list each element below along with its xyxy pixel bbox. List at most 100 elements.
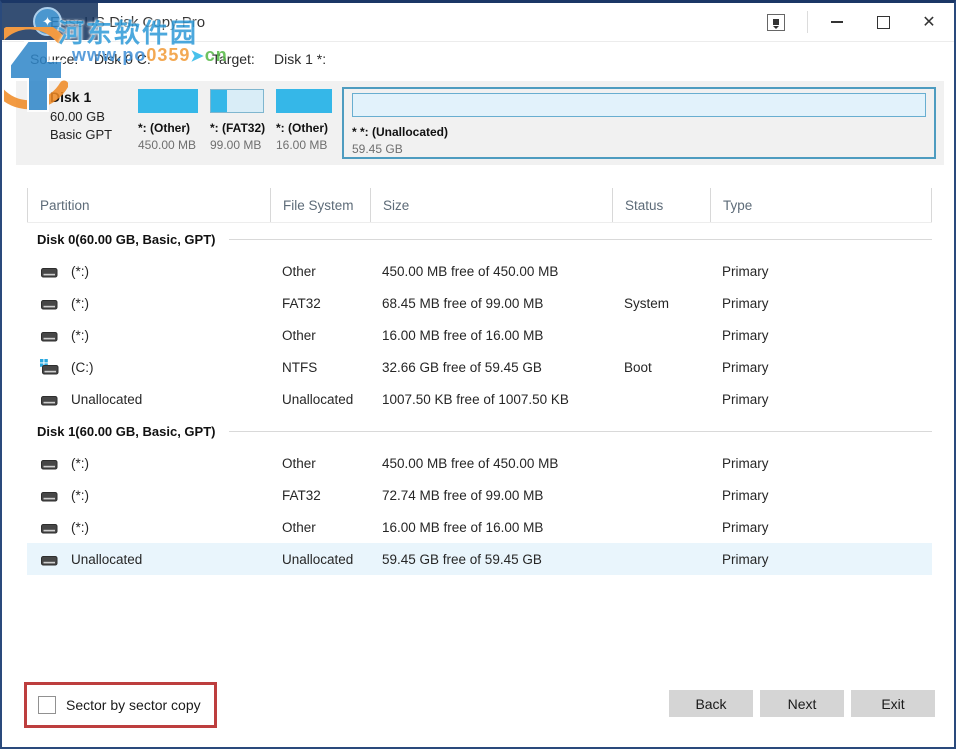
table-row[interactable]: (*:)FAT3272.74 MB free of 99.00 MBPrimar… — [27, 479, 932, 511]
partition-usage-bar — [210, 89, 264, 113]
target-disk-panel: Disk 1 60.00 GB Basic GPT *: (Other)450.… — [16, 81, 944, 165]
partition-name: (*:) — [71, 296, 89, 311]
file-system-value: Other — [270, 447, 370, 479]
table-row[interactable]: (*:)Other450.00 MB free of 450.00 MBPrim… — [27, 447, 932, 479]
partition-size: 59.45 GB — [352, 142, 926, 156]
drive-icon — [39, 329, 59, 342]
route-bar: Source: Disk 0 C: Target: Disk 1 *: — [2, 42, 954, 76]
disk-group-title: Disk 1(60.00 GB, Basic, GPT) — [27, 424, 215, 439]
column-header-size: Size — [370, 188, 612, 222]
partition-block[interactable]: *: (Other)450.00 MB — [136, 87, 200, 159]
size-value: 16.00 MB free of 16.00 MB — [370, 511, 612, 543]
size-value: 16.00 MB free of 16.00 MB — [370, 319, 612, 351]
partition-name: Unallocated — [71, 392, 142, 407]
status-value — [612, 479, 710, 511]
partition-usage-bar — [276, 89, 332, 113]
status-value — [612, 319, 710, 351]
partition-name: (*:) — [71, 456, 89, 471]
partition-table-body: Disk 0(60.00 GB, Basic, GPT)(*:)Other450… — [27, 223, 932, 575]
file-system-value: Other — [270, 255, 370, 287]
column-header-status: Status — [612, 188, 710, 222]
column-header-file-system: File System — [270, 188, 370, 222]
source-label: Source: — [30, 51, 78, 67]
table-row[interactable]: UnallocatedUnallocated59.45 GB free of 5… — [27, 543, 932, 575]
size-value: 68.45 MB free of 99.00 MB — [370, 287, 612, 319]
partition-label: *: (Other) — [276, 121, 332, 135]
table-row[interactable]: UnallocatedUnallocated1007.50 KB free of… — [27, 383, 932, 415]
table-row[interactable]: (*:) Other16.00 MB free of 16.00 MB Primar… — [27, 511, 932, 543]
file-system-value: FAT32 — [270, 479, 370, 511]
sector-copy-annotation-box: Sector by sector copy — [24, 682, 217, 728]
group-divider — [229, 431, 932, 432]
partition-size: 450.00 MB — [138, 138, 198, 152]
disk-group-header: Disk 1(60.00 GB, Basic, GPT) — [27, 415, 932, 447]
partition-block[interactable]: * *: (Unallocated) 59.45 GB — [342, 87, 936, 159]
status-value: Boot — [612, 351, 710, 383]
partition-name: Unallocated — [71, 552, 142, 567]
minimize-button[interactable] — [814, 3, 860, 41]
size-value: 1007.50 KB free of 1007.50 KB — [370, 383, 612, 415]
file-system-value: Other — [270, 319, 370, 351]
status-value — [612, 511, 710, 543]
partition-name: (*:) — [71, 488, 89, 503]
type-value: Primary — [710, 255, 932, 287]
disk-group-title: Disk 0(60.00 GB, Basic, GPT) — [27, 232, 215, 247]
back-button[interactable]: Back — [669, 690, 753, 717]
partition-usage-bar — [138, 89, 198, 113]
file-system-value: FAT32 — [270, 287, 370, 319]
partition-block[interactable]: *: (Other)16.00 MB — [274, 87, 334, 159]
menu-icon — [773, 19, 779, 25]
disk-size: 60.00 GB — [50, 108, 136, 126]
partition-name: (*:) — [71, 520, 89, 535]
partition-block[interactable]: *: (FAT32) 99.00 MB — [208, 87, 266, 159]
type-value: Primary — [710, 511, 932, 543]
sector-by-sector-checkbox[interactable] — [38, 696, 56, 714]
exit-button[interactable]: Exit — [851, 690, 935, 717]
partition-label: * *: (Unallocated) — [352, 125, 926, 139]
partition-usage-bar — [352, 93, 926, 117]
maximize-button[interactable] — [860, 3, 906, 41]
next-button[interactable]: Next — [760, 690, 844, 717]
file-system-value: Other — [270, 511, 370, 543]
sector-by-sector-label: Sector by sector copy — [66, 697, 201, 713]
app-window: EaseUS Disk Copy Pro ✕ Source: Disk 0 C:… — [0, 0, 956, 749]
drive-icon — [39, 457, 59, 470]
partition-name: (*:) — [71, 328, 89, 343]
column-header-partition: Partition — [27, 188, 270, 222]
partition-strip: *: (Other)450.00 MB*: (FAT32)99.00 MB*: … — [136, 87, 936, 159]
type-value: Primary — [710, 287, 932, 319]
file-system-value: Unallocated — [270, 543, 370, 575]
title-bar: EaseUS Disk Copy Pro ✕ — [2, 3, 954, 42]
close-button[interactable]: ✕ — [906, 3, 952, 41]
group-divider — [229, 239, 932, 240]
status-value — [612, 543, 710, 575]
drive-icon — [39, 265, 59, 278]
drive-icon — [39, 521, 59, 534]
wizard-buttons: Back Next Exit — [669, 690, 935, 717]
size-value: 59.45 GB free of 59.45 GB — [370, 543, 612, 575]
size-value: 450.00 MB free of 450.00 MB — [370, 255, 612, 287]
partition-label: *: (FAT32) — [210, 121, 264, 135]
window-title: EaseUS Disk Copy Pro — [50, 14, 205, 31]
file-system-value: NTFS — [270, 351, 370, 383]
disk-layout: Basic GPT — [50, 126, 136, 144]
partition-size: 99.00 MB — [210, 138, 264, 152]
menu-dropdown-button[interactable] — [767, 14, 785, 31]
disk-name: Disk 1 — [50, 89, 136, 105]
type-value: Primary — [710, 543, 932, 575]
partition-name: (*:) — [71, 264, 89, 279]
file-system-value: Unallocated — [270, 383, 370, 415]
table-row[interactable]: (*:)Other16.00 MB free of 16.00 MBPrimar… — [27, 319, 932, 351]
table-row[interactable]: (C:)NTFS32.66 GB free of 59.45 GBBootPri… — [27, 351, 932, 383]
partition-table: Partition File System Size Status Type D… — [27, 188, 932, 575]
window-controls: ✕ — [767, 3, 954, 41]
drive-icon — [39, 297, 59, 310]
disk-info: Disk 1 60.00 GB Basic GPT — [16, 87, 136, 159]
type-value: Primary — [710, 447, 932, 479]
table-row[interactable]: (*:)FAT3268.45 MB free of 99.00 MBSystem… — [27, 287, 932, 319]
type-value: Primary — [710, 351, 932, 383]
target-label: Target: — [212, 51, 255, 67]
column-header-type: Type — [710, 188, 932, 222]
system-drive-icon — [39, 359, 59, 375]
table-row[interactable]: (*:) Other450.00 MB free of 450.00 MB Prim… — [27, 255, 932, 287]
